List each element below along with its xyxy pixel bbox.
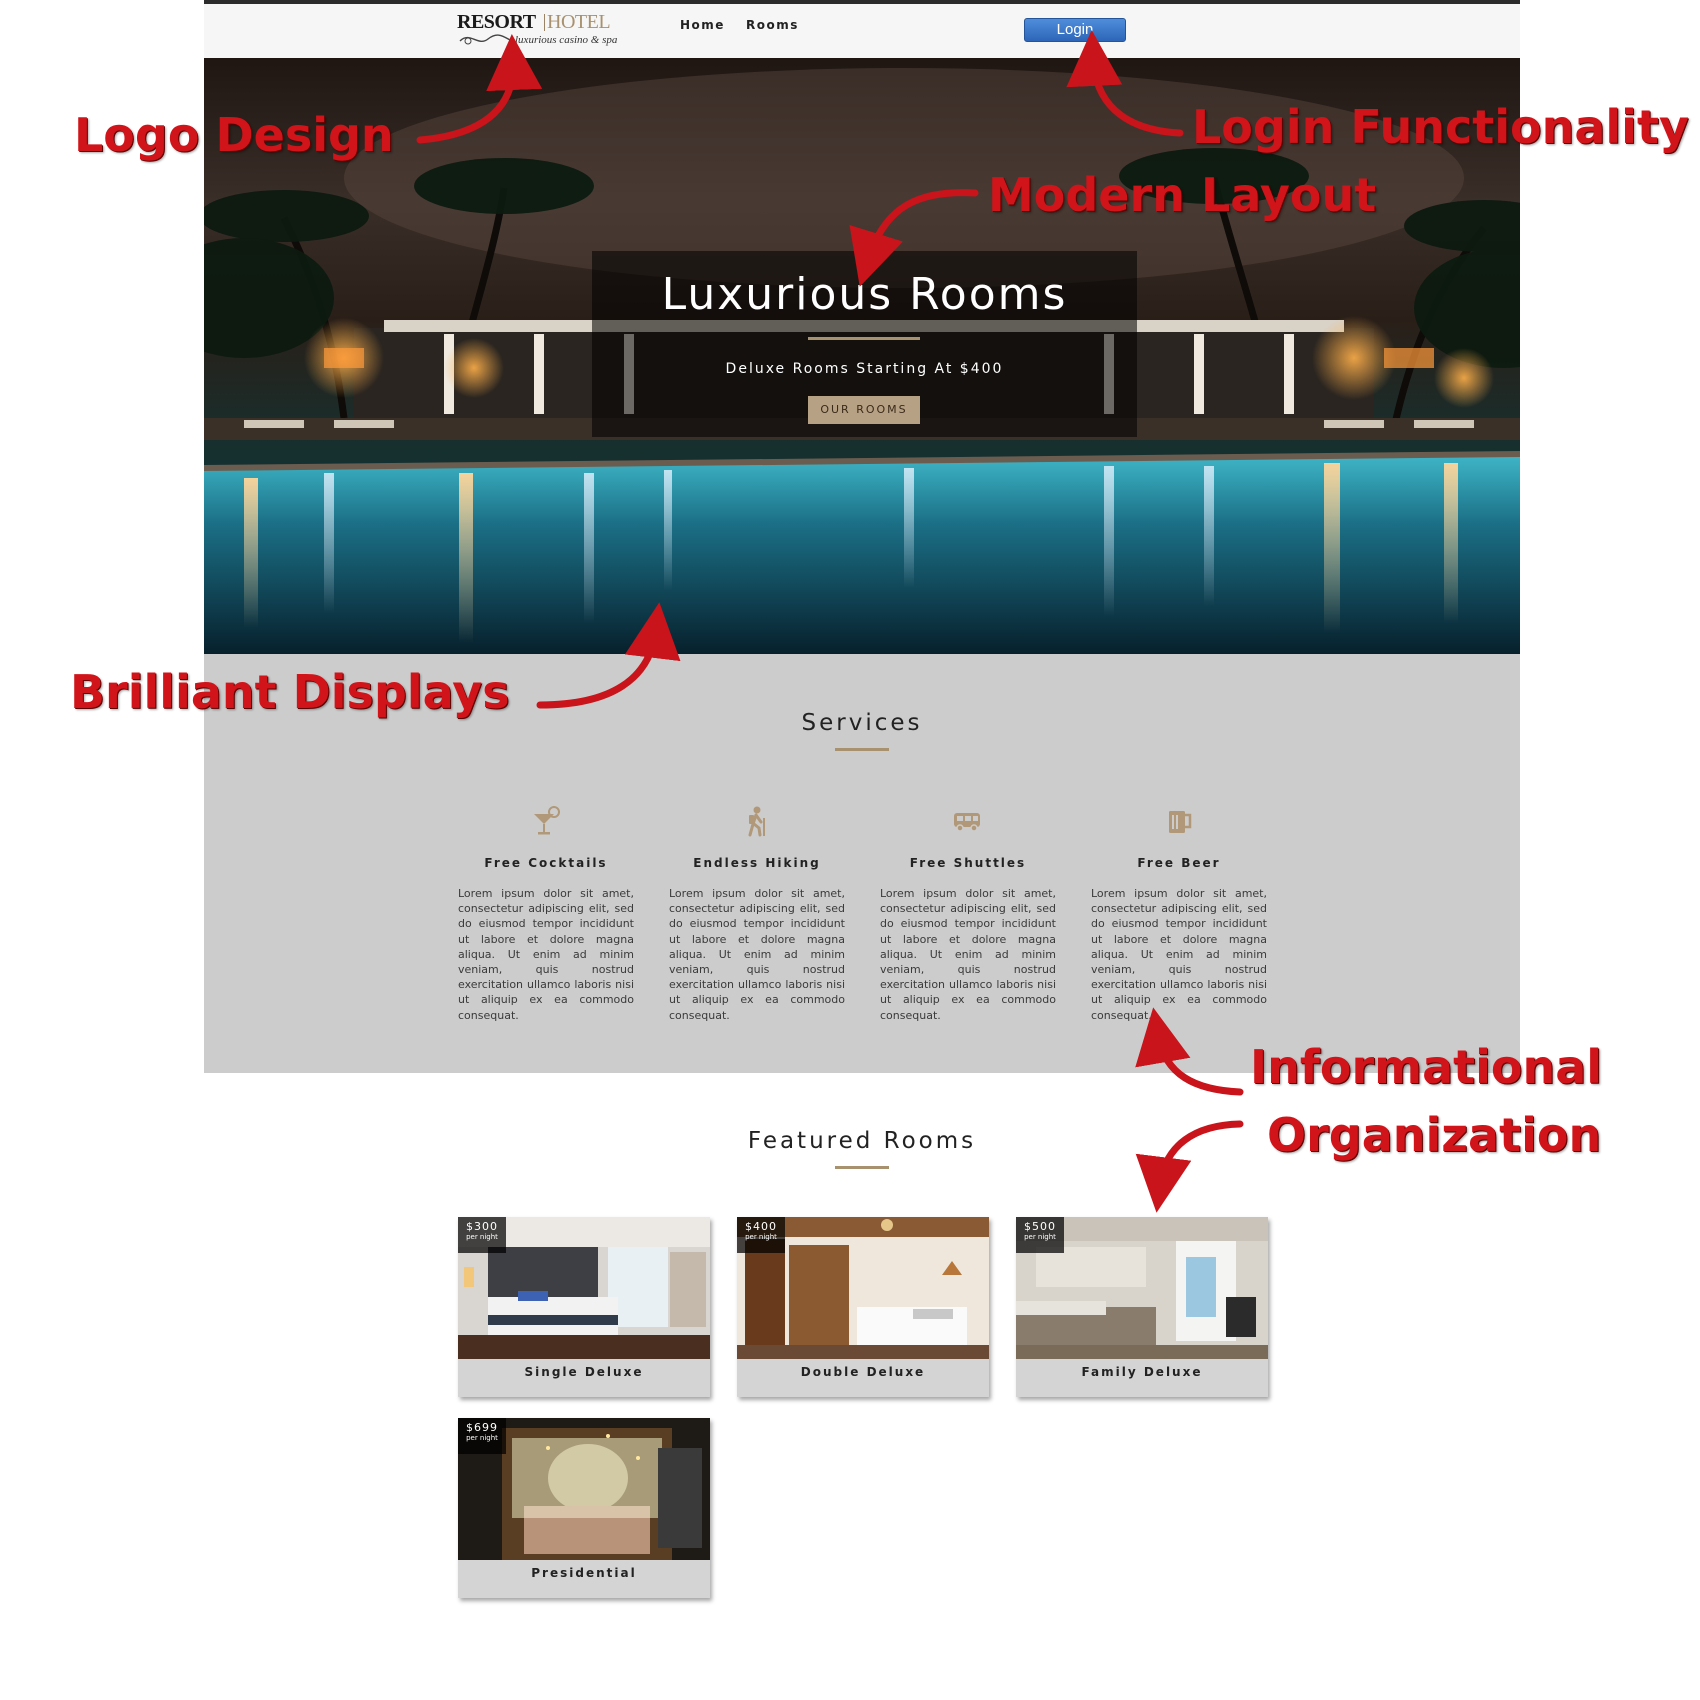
price-unit: per night — [466, 1434, 498, 1442]
login-button[interactable]: Login — [1024, 18, 1126, 42]
service-description: Lorem ipsum dolor sit amet, consectetur … — [669, 887, 845, 1022]
room-card-double-deluxe[interactable]: $400 per night Double Deluxe — [737, 1217, 989, 1397]
services-title-underline — [835, 748, 889, 751]
beer-mug-icon — [1169, 811, 1192, 833]
hero-title-underline — [808, 337, 920, 340]
our-rooms-button[interactable]: OUR ROOMS — [808, 396, 920, 424]
logo[interactable]: RESORT HOTEL luxurious casino & spa — [457, 11, 627, 51]
room-name: Presidential — [531, 1566, 637, 1580]
logo-tagline: luxurious casino & spa — [515, 34, 618, 46]
featured-rooms-title: Featured Rooms — [747, 1128, 977, 1154]
room-name: Single Deluxe — [524, 1365, 644, 1379]
price-badge: $300 per night — [458, 1217, 506, 1253]
service-description: Lorem ipsum dolor sit amet, consectetur … — [880, 887, 1056, 1022]
hero-title: Luxurious Rooms — [661, 269, 1068, 320]
featured-rooms-title-underline — [835, 1166, 889, 1169]
shuttle-icon — [954, 813, 980, 832]
room-name: Family Deluxe — [1081, 1365, 1203, 1379]
price-unit: per night — [1024, 1233, 1056, 1241]
services-title: Services — [801, 710, 923, 736]
navbar: RESORT HOTEL luxurious casino & spa Home… — [204, 4, 1520, 58]
room-card-presidential[interactable]: $699 per night Presidential — [458, 1418, 710, 1598]
service-title: Free Shuttles — [909, 856, 1027, 870]
price-amount: $500 — [1024, 1220, 1056, 1233]
hiker-icon — [748, 806, 765, 837]
service-title: Free Beer — [1137, 856, 1221, 870]
price-badge: $699 per night — [458, 1418, 506, 1454]
price-badge: $500 per night — [1016, 1217, 1064, 1253]
price-unit: per night — [745, 1233, 777, 1241]
price-amount: $699 — [466, 1421, 498, 1434]
logo-word-hotel: HOTEL — [547, 11, 611, 33]
price-unit: per night — [466, 1233, 498, 1241]
cocktail-icon — [534, 806, 560, 835]
room-card-family-deluxe[interactable]: $500 per night Family Deluxe — [1016, 1217, 1268, 1397]
hero-section: Luxurious Rooms Deluxe Rooms Starting At… — [204, 58, 1520, 654]
price-amount: $400 — [745, 1220, 777, 1233]
service-title: Endless Hiking — [693, 856, 821, 870]
service-description: Lorem ipsum dolor sit amet, consectetur … — [458, 887, 634, 1022]
website-screenshot: RESORT HOTEL luxurious casino & spa Home… — [204, 0, 1520, 1700]
logo-swirl-icon — [459, 34, 513, 45]
room-name: Double Deluxe — [800, 1365, 926, 1379]
nav-home-link[interactable]: Home — [680, 18, 725, 32]
hero-caption-panel: Luxurious Rooms Deluxe Rooms Starting At… — [592, 251, 1137, 437]
logo-divider — [544, 14, 545, 31]
nav-rooms-link[interactable]: Rooms — [746, 18, 799, 32]
room-card-single-deluxe[interactable]: $300 per night Single Deluxe — [458, 1217, 710, 1397]
hero-subtitle: Deluxe Rooms Starting At $400 — [725, 361, 1004, 377]
price-amount: $300 — [466, 1220, 498, 1233]
logo-word-resort: RESORT — [457, 11, 536, 33]
service-description: Lorem ipsum dolor sit amet, consectetur … — [1091, 887, 1267, 1022]
services-section: Services Free Cocktails Lorem ipsum dolo… — [204, 654, 1520, 1073]
service-title: Free Cocktails — [484, 856, 608, 870]
price-badge: $400 per night — [737, 1217, 785, 1253]
